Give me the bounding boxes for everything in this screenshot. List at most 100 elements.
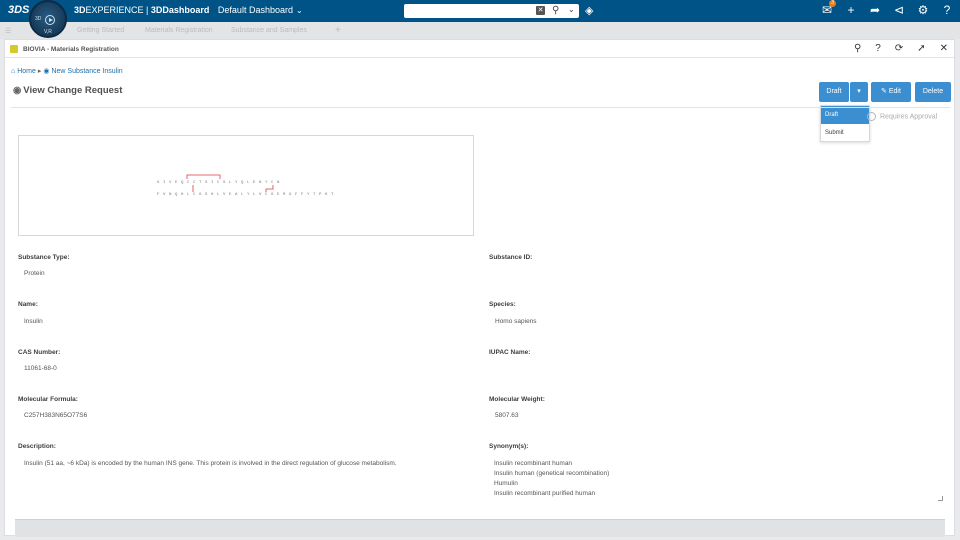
brand-experience: EXPERIENCE xyxy=(85,5,144,15)
tab-substance-and-samples[interactable]: Substance and Samples xyxy=(231,27,307,34)
requires-approval-checkbox[interactable] xyxy=(867,112,876,121)
brand-prefix: 3D xyxy=(74,5,86,15)
chain-a-residue: C xyxy=(187,181,190,185)
synonym-item: Humulin xyxy=(494,480,518,487)
ds-logo[interactable]: 3DS xyxy=(8,4,29,16)
chain-b-residue: E xyxy=(229,193,232,197)
add-tab-icon[interactable]: + xyxy=(335,25,341,36)
status-dropdown-button[interactable]: ▾ xyxy=(850,82,868,102)
menu-icon[interactable]: ☰ xyxy=(5,27,11,35)
search-field[interactable]: ✕ ⚲ ⌄ xyxy=(404,4,579,18)
chain-a-residue: E xyxy=(253,181,256,185)
compass-widget[interactable]: 3D V,R xyxy=(29,0,67,38)
tag-icon[interactable]: ◈ xyxy=(585,4,593,17)
search-dropdown-icon[interactable]: ⌄ xyxy=(568,5,575,14)
add-icon[interactable]: + xyxy=(844,3,858,17)
chain-b-residue: Y xyxy=(247,193,250,197)
iupac-name-label: IUPAC Name: xyxy=(489,349,531,356)
help-icon[interactable]: ? xyxy=(940,3,954,17)
synonyms-label: Synonym(s): xyxy=(489,443,529,450)
brand-title[interactable]: 3DEXPERIENCE | 3DDashboard Default Dashb… xyxy=(74,5,303,15)
molecular-formula-value: C257H383N65O77S6 xyxy=(24,412,88,419)
chain-b-residue: C xyxy=(265,193,268,197)
search-icon[interactable]: ⚲ xyxy=(854,43,861,54)
protein-structure-drawing: GIVEQCCTSICSLYQLENYCN FVNQHLCGSHLVEALYLV… xyxy=(157,174,334,197)
chain-b-residue: L xyxy=(253,193,256,197)
chain-b-residue: G xyxy=(271,193,274,197)
caret-down-icon: ▾ xyxy=(857,88,861,95)
chain-b: FVNQHLCGSHLVEALYLVCGERGFFYTPKT xyxy=(157,193,334,197)
chain-a-residue: I xyxy=(163,181,165,185)
tab-materials-registration[interactable]: Materials Registration xyxy=(145,27,213,34)
molecular-weight-value: 5807.63 xyxy=(495,412,519,419)
tab-getting-started[interactable]: Getting Started xyxy=(77,27,124,34)
chain-a-residue: C xyxy=(271,181,274,185)
chain-b-residue: N xyxy=(169,193,172,197)
chain-b-residue: V xyxy=(163,193,166,197)
tools-icon[interactable]: ⚙ xyxy=(916,3,930,17)
chain-b-residue: T xyxy=(313,193,316,197)
close-icon[interactable]: ✕ xyxy=(940,43,948,54)
network-icon[interactable]: ⊲ xyxy=(892,3,906,17)
requires-approval[interactable]: Requires Approval xyxy=(867,112,937,121)
refresh-icon[interactable]: ⟳ xyxy=(895,43,903,54)
chain-b-residue: T xyxy=(331,193,334,197)
share-icon[interactable]: ➦ xyxy=(868,3,882,17)
compass-label-3d: 3D xyxy=(35,16,42,22)
notification-badge: 3 xyxy=(829,0,836,7)
widget-title: BIOVIA - Materials Registration xyxy=(23,46,119,53)
status-button[interactable]: Draft xyxy=(819,82,849,102)
intra-chain-bond xyxy=(186,174,221,179)
chain-b-residue: G xyxy=(199,193,202,197)
chain-a-residue: N xyxy=(277,181,280,185)
top-bar: 3DS 3DEXPERIENCE | 3DDashboard Default D… xyxy=(0,0,960,22)
substance-type-value: Protein xyxy=(24,270,45,277)
chain-b-residue: F xyxy=(301,193,304,197)
chain-b-residue: H xyxy=(181,193,184,197)
chain-b-residue: G xyxy=(289,193,292,197)
chain-b-residue: Y xyxy=(307,193,310,197)
help-icon[interactable]: ? xyxy=(875,43,881,54)
synonym-item: Insulin recombinant purified human xyxy=(494,490,596,497)
chain-b-residue: R xyxy=(283,193,286,197)
collapsed-section-header[interactable] xyxy=(15,519,945,537)
chain-b-residue: F xyxy=(295,193,298,197)
widget-header-icons: ⚲ ? ⟳ ➚ ✕ xyxy=(854,43,948,54)
requires-approval-label: Requires Approval xyxy=(880,113,938,121)
widget-header: BIOVIA - Materials Registration ⚲ ? ⟳ ➚ … xyxy=(5,40,954,58)
breadcrumb-home[interactable]: Home xyxy=(17,68,36,75)
chevron-down-icon[interactable]: ⌄ xyxy=(296,6,303,15)
chain-a-residue: I xyxy=(211,181,213,185)
breadcrumb: ⌂ Home ▸ ◉ New Substance Insulin xyxy=(11,67,123,75)
chain-a-residue: Y xyxy=(265,181,268,185)
compass-label-vr: V,R xyxy=(44,29,52,35)
inter-chain-bond xyxy=(265,185,274,192)
name-value: Insulin xyxy=(24,318,43,325)
chain-a-residue: G xyxy=(157,181,160,185)
delete-button[interactable]: Delete xyxy=(915,82,951,102)
chain-a-residue: C xyxy=(193,181,196,185)
chain-a-residue: E xyxy=(175,181,178,185)
clear-search-icon[interactable]: ✕ xyxy=(536,6,545,15)
search-icon[interactable]: ⚲ xyxy=(552,5,559,16)
chain-a-residue: V xyxy=(169,181,172,185)
molecular-formula-label: Molecular Formula: xyxy=(18,396,78,403)
pin-icon[interactable]: ➚ xyxy=(917,43,925,54)
home-icon[interactable]: ⌂ xyxy=(11,68,15,75)
chain-b-residue: S xyxy=(205,193,208,197)
play-icon[interactable] xyxy=(45,15,55,25)
edit-button[interactable]: ✎ Edit xyxy=(871,82,911,102)
description-value: Insulin (51 aa, ~6 kDa) is encoded by th… xyxy=(24,460,397,467)
synonym-item: Insulin recombinant human xyxy=(494,460,573,467)
structure-viewer[interactable]: GIVEQCCTSICSLYQLENYCN FVNQHLCGSHLVEALYLV… xyxy=(18,135,474,236)
chain-a-residue: Y xyxy=(235,181,238,185)
menu-item-draft[interactable]: Draft xyxy=(821,106,869,124)
menu-item-submit[interactable]: Submit xyxy=(821,124,869,142)
chain-a: GIVEQCCTSICSLYQLENYCN xyxy=(157,181,280,185)
resize-handle[interactable] xyxy=(938,496,943,501)
dashboard-name[interactable]: Default Dashboard xyxy=(218,5,293,15)
notifications-icon[interactable]: ✉ 3 xyxy=(820,0,836,17)
breadcrumb-current[interactable]: New Substance Insulin xyxy=(51,68,122,75)
cas-number-value: 11061-68-0 xyxy=(24,365,57,372)
edit-button-label: Edit xyxy=(888,88,901,95)
